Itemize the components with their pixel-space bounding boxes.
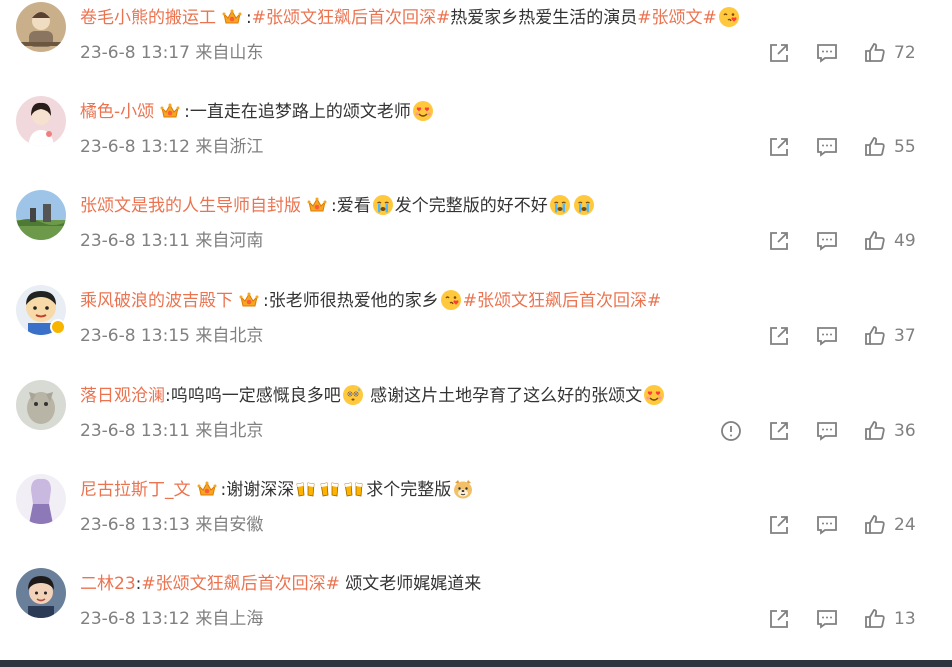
like-count: 72 (894, 43, 916, 63)
comment-text: :张老师很热爱他的家乡 (263, 291, 439, 311)
comment-meta: 23-6-8 13:13 来自安徽 (80, 515, 264, 535)
crying-face-emoji (372, 194, 394, 216)
thumbs-up-icon[interactable] (860, 416, 890, 446)
share-icon[interactable] (764, 132, 794, 162)
comment-meta: 23-6-8 13:17 来自山东 (80, 43, 264, 63)
comment-text: 热爱家乡热爱生活的演员 (450, 8, 638, 28)
cheers-emoji (295, 478, 317, 500)
hashtag-link[interactable]: #张颂文狂飙后首次回深# (252, 8, 451, 28)
comment-item: 落日观沧澜:呜呜呜一定感慨良多吧 感谢这片土地孕育了这么好的张颂文 23-6-8 … (0, 378, 952, 472)
avatar[interactable] (16, 2, 66, 52)
comment-text: :爱看 (331, 196, 371, 216)
comment-icon[interactable] (812, 132, 842, 162)
crying-face-emoji (549, 194, 571, 216)
comment-icon[interactable] (812, 38, 842, 68)
avatar[interactable] (16, 474, 66, 524)
like-count: 55 (894, 137, 916, 157)
crown-fan-badge-icon (239, 291, 259, 309)
avatar[interactable] (16, 96, 66, 146)
comment-list: 卷毛小熊的搬运工:#张颂文狂飙后首次回深#热爱家乡热爱生活的演员#张颂文# 23-… (0, 0, 952, 660)
share-icon[interactable] (764, 510, 794, 540)
avatar[interactable] (16, 190, 66, 240)
comment-content: 落日观沧澜:呜呜呜一定感慨良多吧 感谢这片土地孕育了这么好的张颂文 (80, 382, 932, 410)
thumbs-up-icon[interactable] (860, 510, 890, 540)
hashtag-link[interactable]: #张颂文# (637, 8, 717, 28)
comment-username[interactable]: 尼古拉斯丁_文 (80, 480, 191, 500)
comment-content: 张颂文是我的人生导师自封版 :爱看 发个完整版的好不好 (80, 192, 932, 220)
crown-fan-badge-icon (222, 8, 242, 26)
sweat-face-emoji (342, 384, 364, 406)
comment-text: 颂文老师娓娓道来 (339, 574, 482, 594)
comment-icon[interactable] (812, 604, 842, 634)
doge-emoji (452, 478, 474, 500)
comment-content: 尼古拉斯丁_文 :谢谢深深 求个完整版 (80, 476, 932, 504)
comment-text: :一直走在追梦路上的颂文老师 (184, 102, 411, 122)
crying-face-emoji (573, 194, 595, 216)
comment-icon[interactable] (812, 321, 842, 351)
hashtag-link[interactable]: #张颂文狂飙后首次回深# (463, 291, 662, 311)
comment-text: 发个完整版的好不好 (394, 196, 548, 216)
like-count: 37 (894, 326, 916, 346)
comment-meta: 23-6-8 13:12 来自浙江 (80, 137, 264, 157)
like-count: 49 (894, 231, 916, 251)
comment-meta: 23-6-8 13:12 来自上海 (80, 609, 264, 629)
comment-item: 橘色-小颂 :一直走在追梦路上的颂文老师 23-6-8 13:12 来自浙江 55 (0, 94, 952, 188)
cheers-emoji (343, 478, 365, 500)
kiss-face-emoji (718, 6, 740, 28)
comment-item: 二林23:#张颂文狂飙后首次回深# 颂文老师娓娓道来 23-6-8 13:12 来… (0, 566, 952, 660)
heart-eyes-emoji (412, 100, 434, 122)
comment-content: 橘色-小颂 :一直走在追梦路上的颂文老师 (80, 98, 932, 126)
comment-username[interactable]: 卷毛小熊的搬运工 (80, 8, 216, 28)
comment-item: 尼古拉斯丁_文 :谢谢深深 求个完整版 23-6-8 13:13 来自安徽 24 (0, 472, 952, 566)
hashtag-link[interactable]: #张颂文狂飙后首次回深# (141, 574, 340, 594)
thumbs-up-icon[interactable] (860, 226, 890, 256)
comment-text: :谢谢深深 (220, 480, 295, 500)
comment-item: 乘风破浪的波吉殿下 :张老师很热爱他的家乡 #张颂文狂飙后首次回深# 23-6-8 1… (0, 283, 952, 377)
like-count: 36 (894, 421, 916, 441)
comment-username[interactable]: 落日观沧澜 (80, 386, 165, 406)
comment-meta: 23-6-8 13:11 来自北京 (80, 421, 264, 441)
like-count: 24 (894, 515, 916, 535)
avatar[interactable] (16, 380, 66, 430)
thumbs-up-icon[interactable] (860, 132, 890, 162)
verified-badge-icon (50, 319, 66, 335)
comment-meta: 23-6-8 13:15 来自北京 (80, 326, 264, 346)
thumbs-up-icon[interactable] (860, 38, 890, 68)
comment-icon[interactable] (812, 226, 842, 256)
comment-content: 乘风破浪的波吉殿下 :张老师很热爱他的家乡 #张颂文狂飙后首次回深# (80, 287, 932, 315)
share-icon[interactable] (764, 321, 794, 351)
share-icon[interactable] (764, 416, 794, 446)
comment-meta: 23-6-8 13:11 来自河南 (80, 231, 264, 251)
comment-item: 卷毛小熊的搬运工:#张颂文狂飙后首次回深#热爱家乡热爱生活的演员#张颂文# 23-… (0, 0, 952, 94)
share-icon[interactable] (764, 226, 794, 256)
comment-text: 感谢这片土地孕育了这么好的张颂文 (364, 386, 643, 406)
comment-username[interactable]: 张颂文是我的人生导师自封版 (80, 196, 301, 216)
comment-text: :呜呜呜一定感慨良多吧 (165, 386, 341, 406)
share-icon[interactable] (764, 38, 794, 68)
comment-content: 二林23:#张颂文狂飙后首次回深# 颂文老师娓娓道来 (80, 570, 932, 598)
comment-content: 卷毛小熊的搬运工:#张颂文狂飙后首次回深#热爱家乡热爱生活的演员#张颂文# (80, 4, 932, 32)
share-icon[interactable] (764, 604, 794, 634)
crown-fan-badge-icon (160, 102, 180, 120)
comment-username[interactable]: 橘色-小颂 (80, 102, 154, 122)
comment-icon[interactable] (812, 416, 842, 446)
report-icon[interactable] (716, 416, 746, 446)
thumbs-up-icon[interactable] (860, 321, 890, 351)
comment-username[interactable]: 二林23 (80, 574, 136, 594)
cheers-emoji (319, 478, 341, 500)
kiss-face-emoji (440, 289, 462, 311)
comment-username[interactable]: 乘风破浪的波吉殿下 (80, 291, 233, 311)
thumbs-up-icon[interactable] (860, 604, 890, 634)
avatar[interactable] (16, 568, 66, 618)
crown-fan-badge-icon (197, 480, 217, 498)
crown-fan-badge-icon (307, 196, 327, 214)
comment-item: 张颂文是我的人生导师自封版 :爱看 发个完整版的好不好 23-6-8 13:11 来自… (0, 188, 952, 282)
like-count: 13 (894, 609, 916, 629)
comment-text: 求个完整版 (366, 480, 452, 500)
heart-eyes-emoji (643, 384, 665, 406)
comment-icon[interactable] (812, 510, 842, 540)
bottom-bar (0, 660, 952, 667)
